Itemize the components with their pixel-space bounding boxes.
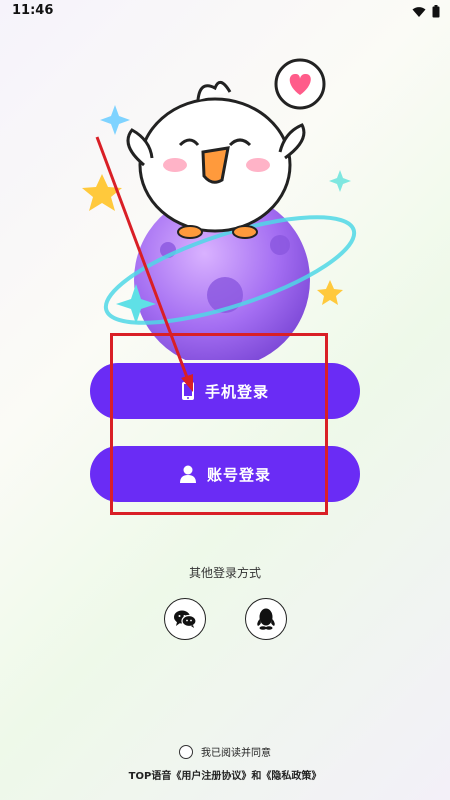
- privacy-policy-link[interactable]: 《隐私政策》: [261, 771, 321, 782]
- other-login-methods-title: 其他登录方式: [188, 566, 261, 580]
- qq-login-button[interactable]: [245, 598, 287, 640]
- wechat-login-button[interactable]: [164, 598, 206, 640]
- agreement-consent-text: 我已阅读并同意: [201, 748, 271, 759]
- wechat-icon: [174, 610, 197, 628]
- app-name-prefix: TOP语音: [128, 771, 172, 782]
- annotation-arrow: [95, 136, 193, 392]
- agreement-row: 我已阅读并同意: [0, 744, 450, 759]
- user-agreement-link[interactable]: 《用户注册协议》: [171, 771, 251, 782]
- agreement-checkbox[interactable]: [179, 744, 193, 759]
- policy-links-row: TOP语音《用户注册协议》和《隐私政策》: [0, 767, 450, 782]
- qq-icon: [257, 608, 275, 630]
- policy-conjunction: 和: [251, 771, 262, 782]
